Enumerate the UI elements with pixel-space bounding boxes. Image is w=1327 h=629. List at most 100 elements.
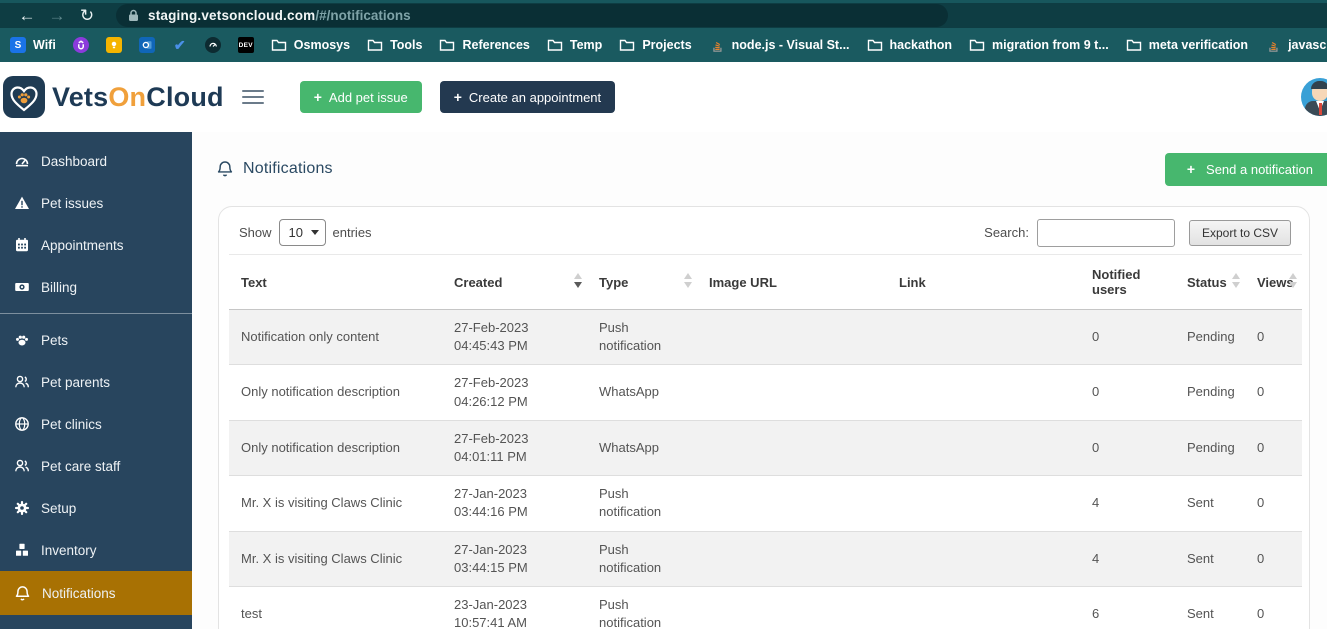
cell-status: Sent (1175, 531, 1245, 586)
cell-views: 0 (1245, 365, 1302, 420)
bookmark-item[interactable] (106, 37, 122, 53)
bookmark-item[interactable]: DEV (238, 37, 254, 53)
gear-icon (14, 500, 30, 516)
bookmark-item[interactable]: Projects (619, 37, 691, 53)
dashboard-icon (14, 153, 30, 169)
sort-icons (1289, 273, 1297, 288)
cell-text: Only notification description (229, 420, 442, 475)
back-icon[interactable]: ← (12, 7, 42, 24)
bookmark-item[interactable] (73, 37, 89, 53)
cell-link (887, 586, 1080, 629)
plus-icon: + (314, 89, 322, 105)
globe-icon (14, 416, 30, 432)
warning-icon (14, 195, 30, 211)
column-header-status[interactable]: Status (1175, 255, 1245, 310)
search-input[interactable] (1037, 219, 1175, 247)
sidebar-item-billing[interactable]: Billing (0, 266, 192, 308)
column-header-image-url[interactable]: Image URL (697, 255, 887, 310)
cell-status: Pending (1175, 365, 1245, 420)
page-title: Notifications (243, 160, 333, 178)
sidebar-item-pet-parents[interactable]: Pet parents (0, 361, 192, 403)
cell-created: 27-Jan-2023 03:44:15 PM (442, 531, 587, 586)
column-header-type[interactable]: Type (587, 255, 697, 310)
sort-asc-icon (1232, 273, 1240, 279)
page-length-control: Show 10 entries (239, 219, 372, 246)
udemy-favicon (73, 37, 89, 53)
bookmark-item[interactable]: node.js - Visual St... (709, 37, 850, 53)
table-row: Mr. X is visiting Claws Clinic 27-Jan-20… (229, 476, 1302, 531)
cell-notified-users: 4 (1080, 531, 1175, 586)
users-icon (14, 458, 30, 474)
cell-image-url (697, 310, 887, 365)
bookmark-item[interactable]: SWifi (10, 37, 56, 53)
stackoverflow-favicon (709, 37, 725, 53)
sidebar-item-pet-care-staff[interactable]: Pet care staff (0, 445, 192, 487)
brand-logo[interactable]: VetsOnCloud (0, 75, 224, 119)
export-csv-button[interactable]: Export to CSV (1189, 220, 1291, 246)
bookmark-item[interactable]: Osmosys (271, 37, 350, 53)
bell-icon (216, 160, 234, 178)
column-header-notified-users[interactable]: Notified users (1080, 255, 1175, 310)
address-bar[interactable]: staging.vetsoncloud.com/#/notifications (116, 4, 948, 27)
forward-icon[interactable]: → (42, 7, 72, 24)
sidebar-item-setup[interactable]: Setup (0, 487, 192, 529)
user-avatar[interactable] (1301, 78, 1327, 116)
table-header-row: Text Created Type Image URL Link Notifie… (229, 255, 1302, 310)
table-controls: Show 10 entries Search: Export to CSV (229, 207, 1299, 254)
table-row: Only notification description 27-Feb-202… (229, 420, 1302, 475)
bookmark-item[interactable]: Tools (367, 37, 422, 53)
browser-toolbar: ← → ↻ staging.vetsoncloud.com/#/notifica… (0, 3, 1327, 28)
bookmark-item[interactable]: javascript - An (1265, 37, 1327, 53)
column-header-views[interactable]: Views (1245, 255, 1302, 310)
add-pet-issue-button[interactable]: + Add pet issue (300, 81, 422, 113)
cell-image-url (697, 420, 887, 475)
cell-created: 27-Feb-2023 04:45:43 PM (442, 310, 587, 365)
lock-icon (128, 9, 139, 22)
sidebar-item-appointments[interactable]: Appointments (0, 224, 192, 266)
column-header-created[interactable]: Created (442, 255, 587, 310)
bookmark-item[interactable]: migration from 9 t... (969, 37, 1109, 53)
entries-label: entries (333, 225, 372, 240)
sidebar-item-dashboard[interactable]: Dashboard (0, 140, 192, 182)
search-label: Search: (984, 225, 1029, 240)
bookmark-item[interactable]: References (439, 37, 529, 53)
bookmark-item[interactable]: hackathon (867, 37, 953, 53)
sort-icons (1232, 273, 1240, 288)
notifications-card: Show 10 entries Search: Export to CSV (218, 206, 1310, 629)
cell-image-url (697, 476, 887, 531)
cell-views: 0 (1245, 586, 1302, 629)
sort-desc-icon (574, 282, 582, 288)
sidebar-item-inventory[interactable]: Inventory (0, 529, 192, 571)
bookmark-item[interactable] (205, 37, 221, 53)
sidebar-item-pet-issues[interactable]: Pet issues (0, 182, 192, 224)
sort-desc-icon (684, 282, 692, 288)
stackoverflow-favicon (1265, 37, 1281, 53)
hamburger-menu-icon[interactable] (242, 86, 264, 108)
browser-chrome: ← → ↻ staging.vetsoncloud.com/#/notifica… (0, 0, 1327, 62)
show-label: Show (239, 225, 272, 240)
search-and-export: Search: Export to CSV (984, 219, 1291, 247)
sidebar-item-notifications[interactable]: Notifications (0, 571, 192, 615)
cell-text: Notification only content (229, 310, 442, 365)
page-size-select[interactable]: 10 (279, 219, 326, 246)
reload-icon[interactable]: ↻ (72, 7, 102, 24)
column-header-text[interactable]: Text (229, 255, 442, 310)
column-header-link[interactable]: Link (887, 255, 1080, 310)
bookmark-item[interactable] (139, 37, 155, 53)
bookmark-item[interactable]: ✔ (172, 37, 188, 53)
cell-notified-users: 0 (1080, 310, 1175, 365)
cell-status: Pending (1175, 420, 1245, 475)
send-notification-button[interactable]: + Send a notification (1165, 153, 1327, 186)
bookmark-item[interactable]: meta verification (1126, 37, 1248, 53)
create-appointment-button[interactable]: + Create an appointment (440, 81, 615, 113)
page-title-bar: Notifications + Send a notification (192, 132, 1327, 206)
cell-type: Push notification (587, 531, 697, 586)
cell-image-url (697, 586, 887, 629)
outlook-favicon (139, 37, 155, 53)
folder-icon (1126, 37, 1142, 53)
sidebar-item-pet-clinics[interactable]: Pet clinics (0, 403, 192, 445)
bookmark-item[interactable]: Temp (547, 37, 602, 53)
cell-text: test (229, 586, 442, 629)
cell-image-url (697, 365, 887, 420)
sidebar-item-pets[interactable]: Pets (0, 319, 192, 361)
